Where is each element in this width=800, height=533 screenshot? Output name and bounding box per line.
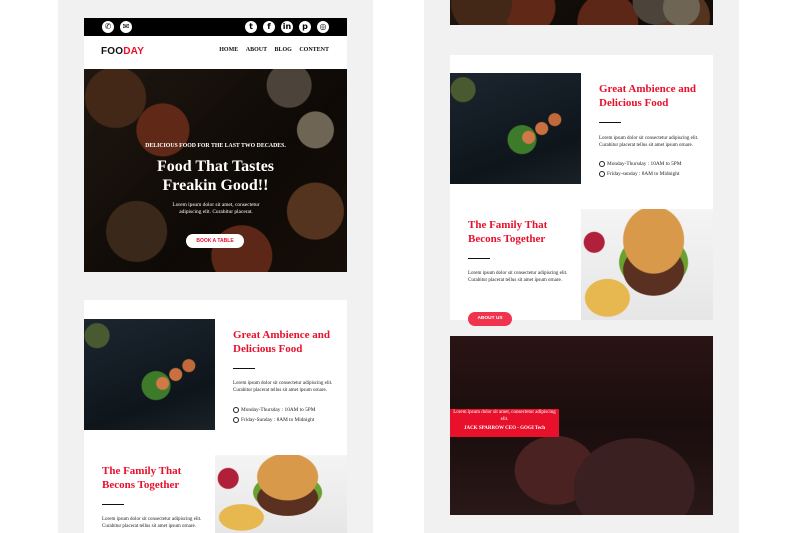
burger-image xyxy=(215,455,347,533)
testimonial-quote: Lorem ipsum dolor sit amet, consectetur … xyxy=(453,410,556,422)
ambience-body: Lorem ipsum dolor sit consectetur adipis… xyxy=(233,381,333,393)
hero-banner: DELICIOUS FOOD FOR THE LAST TWO DECADES.… xyxy=(84,69,347,272)
twitter-icon[interactable]: t xyxy=(245,21,257,33)
nav-item-about[interactable]: ABOUT xyxy=(246,47,267,53)
phone-icon[interactable]: ✆ xyxy=(102,21,114,33)
skewer-image xyxy=(84,319,215,430)
mail-icon[interactable]: ✉ xyxy=(120,21,132,33)
family-heading: The Family That Becons Together xyxy=(468,219,548,245)
ambience-heading: Great Ambience and Delicious Food xyxy=(233,329,330,355)
about-us-button[interactable]: ABOUT US xyxy=(468,312,512,326)
top-bar: ✆ ✉ t f in p ◎ xyxy=(84,18,347,36)
divider xyxy=(233,368,255,369)
family-heading: The Family That Becons Together xyxy=(102,465,182,491)
ambience-heading: Great Ambience and Delicious Food xyxy=(599,83,696,109)
nav-menu: HOME ABOUT BLOG CONTENT xyxy=(213,47,329,53)
clock-icon xyxy=(233,416,239,423)
ambience-body: Lorem ipsum dolor sit consectetur adipis… xyxy=(599,136,699,148)
hero-banner-bottom xyxy=(450,0,713,25)
burger-image xyxy=(581,209,713,320)
opening-hours: Monday-Thursday : 10AM to 5PM Friday-Sun… xyxy=(233,405,315,425)
hero-body: Lorem ipsum dolor sit amet, consectetur … xyxy=(172,202,260,215)
testimonial-author: JACK SPARROW CEO - GOGI Tech xyxy=(463,426,546,431)
book-table-button[interactable]: BOOK A TABLE xyxy=(186,234,244,248)
clock-icon xyxy=(599,170,605,177)
family-body: Lorem ipsum dolor sit consectetur adipis… xyxy=(468,271,568,283)
skewer-image xyxy=(450,73,581,184)
nav-item-blog[interactable]: BLOG xyxy=(274,47,291,53)
hero-kicker: DELICIOUS FOOD FOR THE LAST TWO DECADES. xyxy=(145,143,286,149)
clock-icon xyxy=(599,160,605,167)
family-body: Lorem ipsum dolor sit consectetur adipis… xyxy=(102,517,202,529)
hero-headline: Food That Tastes Freakin Good!! xyxy=(156,158,275,194)
divider xyxy=(102,504,124,505)
pinterest-icon[interactable]: p xyxy=(299,21,311,33)
divider xyxy=(599,122,621,123)
linkedin-icon[interactable]: in xyxy=(281,21,293,33)
instagram-icon[interactable]: ◎ xyxy=(317,21,329,33)
opening-hours: Monday-Thursday : 10AM to 5PM Friday-sun… xyxy=(599,159,681,179)
facebook-icon[interactable]: f xyxy=(263,21,275,33)
nav-item-content[interactable]: CONTENT xyxy=(299,47,329,53)
navbar: FOODAY HOME ABOUT BLOG CONTENT xyxy=(84,36,347,69)
logo[interactable]: FOODAY xyxy=(101,46,144,57)
clock-icon xyxy=(233,406,239,413)
divider xyxy=(468,258,490,259)
testimonial-box: Lorem ipsum dolor sit amet, consectetur … xyxy=(450,409,559,437)
nav-item-home[interactable]: HOME xyxy=(219,47,238,53)
